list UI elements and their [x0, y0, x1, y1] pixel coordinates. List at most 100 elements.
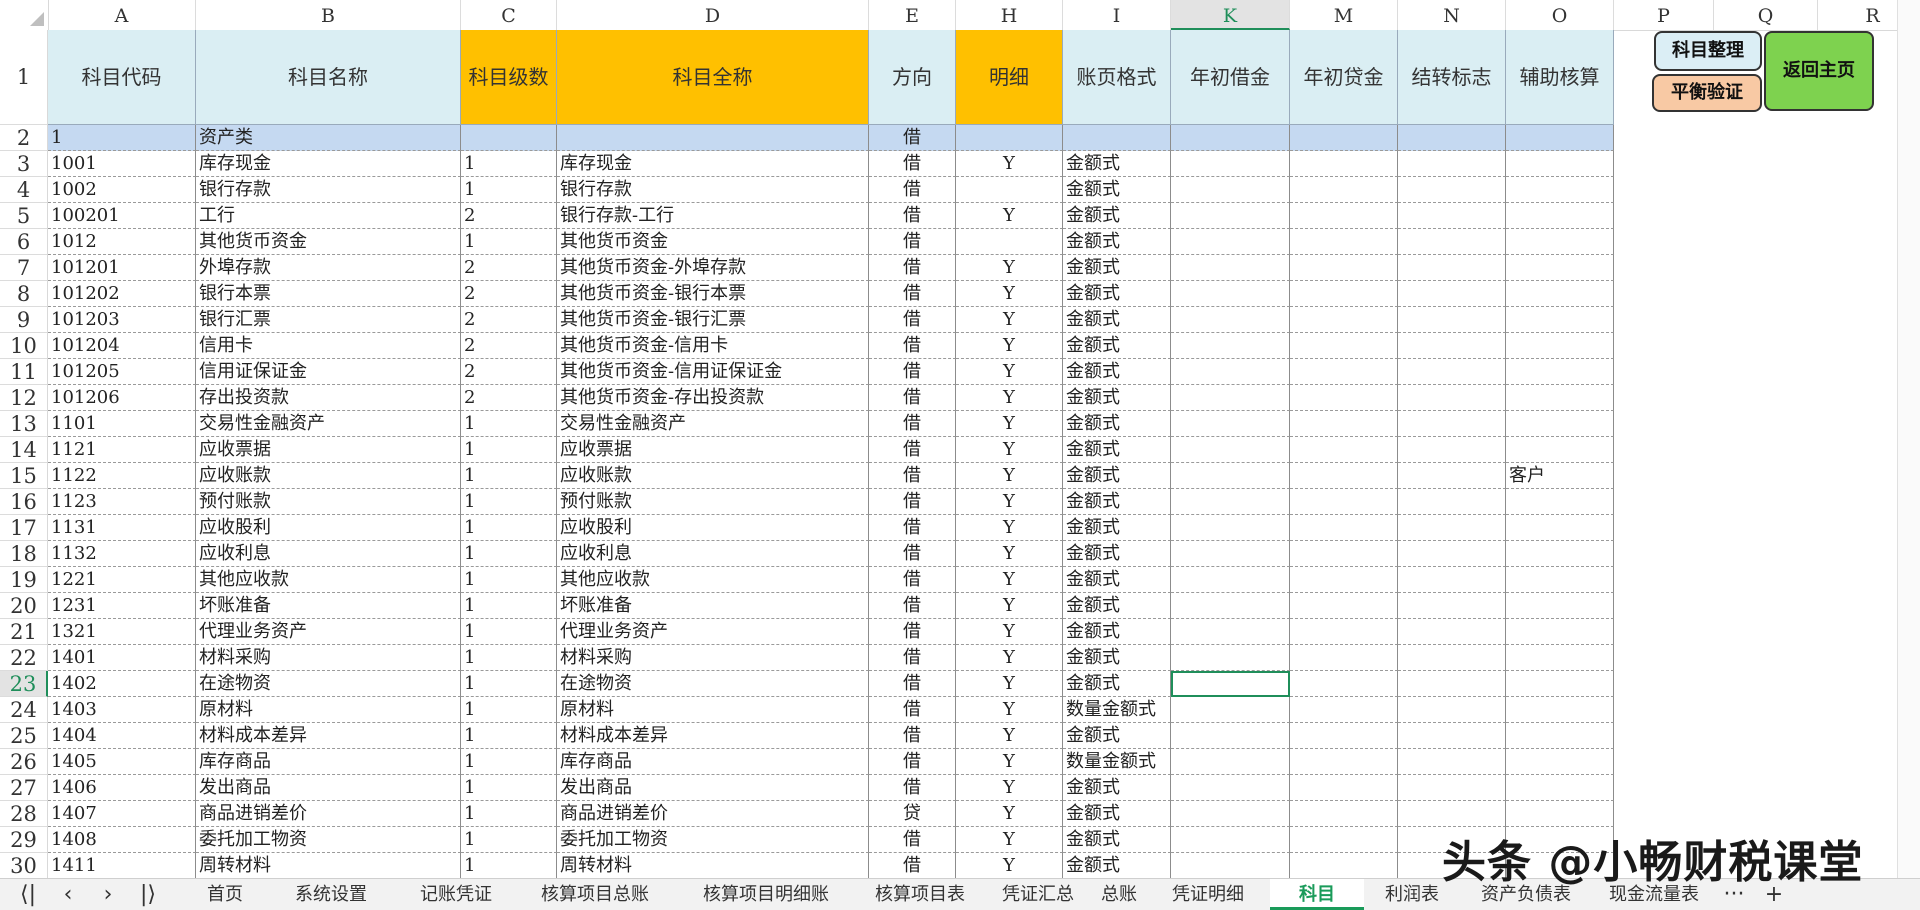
row-header[interactable]: 27: [0, 775, 48, 801]
cell-i[interactable]: 金额式: [1063, 151, 1171, 177]
cell-a[interactable]: 1002: [48, 177, 196, 203]
cell-i[interactable]: 金额式: [1063, 541, 1171, 567]
cell-m[interactable]: [1290, 775, 1398, 801]
cell-h[interactable]: Y: [956, 489, 1063, 515]
cell-c[interactable]: 2: [461, 333, 557, 359]
cell-d[interactable]: 在途物资: [557, 671, 869, 697]
cell-a[interactable]: 101206: [48, 385, 196, 411]
cell-h[interactable]: Y: [956, 801, 1063, 827]
cell-d[interactable]: 委托加工物资: [557, 827, 869, 853]
cell-k[interactable]: [1171, 671, 1290, 697]
cell-i[interactable]: 金额式: [1063, 671, 1171, 697]
cell-b[interactable]: 应收账款: [196, 463, 461, 489]
cell-k[interactable]: [1171, 541, 1290, 567]
cell-e[interactable]: 借: [869, 385, 956, 411]
cell-i[interactable]: 金额式: [1063, 463, 1171, 489]
cell-h[interactable]: Y: [956, 853, 1063, 878]
cell-i[interactable]: 金额式: [1063, 281, 1171, 307]
cell-o[interactable]: [1506, 515, 1614, 541]
cell-m[interactable]: [1290, 385, 1398, 411]
balance-check-button[interactable]: 平衡验证: [1652, 74, 1762, 112]
select-all-corner[interactable]: [0, 0, 49, 30]
prev-sheet-icon[interactable]: ‹: [50, 879, 86, 910]
cell-a[interactable]: 1402: [48, 671, 196, 697]
organize-accounts-button[interactable]: 科目整理: [1654, 31, 1762, 71]
cell-o[interactable]: [1506, 229, 1614, 255]
cell-k[interactable]: [1171, 359, 1290, 385]
row-header[interactable]: 26: [0, 749, 48, 775]
cell-c[interactable]: 1: [461, 541, 557, 567]
cell-h[interactable]: Y: [956, 385, 1063, 411]
column-header-o[interactable]: O: [1506, 0, 1614, 30]
cell-m[interactable]: [1290, 541, 1398, 567]
cell-e[interactable]: 借: [869, 229, 956, 255]
cell-n[interactable]: [1398, 229, 1506, 255]
cell-d[interactable]: 材料成本差异: [557, 723, 869, 749]
sheet-tab[interactable]: 系统设置: [272, 879, 390, 910]
cell-h[interactable]: [956, 125, 1063, 151]
header-cell-e[interactable]: 方向: [869, 30, 956, 125]
cell-e[interactable]: 借: [869, 775, 956, 801]
cell-o[interactable]: [1506, 619, 1614, 645]
cell-m[interactable]: [1290, 437, 1398, 463]
cell-c[interactable]: 1: [461, 489, 557, 515]
cell-i[interactable]: 金额式: [1063, 515, 1171, 541]
cell-k[interactable]: [1171, 645, 1290, 671]
cell-a[interactable]: 101201: [48, 255, 196, 281]
column-header-m[interactable]: M: [1290, 0, 1398, 30]
cell-a[interactable]: 1: [48, 125, 196, 151]
cell-n[interactable]: [1398, 463, 1506, 489]
cell-o[interactable]: [1506, 255, 1614, 281]
cell-a[interactable]: 101205: [48, 359, 196, 385]
cell-o[interactable]: [1506, 541, 1614, 567]
cell-h[interactable]: Y: [956, 723, 1063, 749]
cell-h[interactable]: Y: [956, 619, 1063, 645]
row-header[interactable]: 11: [0, 359, 48, 385]
cell-m[interactable]: [1290, 411, 1398, 437]
cell-h[interactable]: Y: [956, 437, 1063, 463]
row-header[interactable]: 3: [0, 151, 48, 177]
cell-n[interactable]: [1398, 775, 1506, 801]
cell-a[interactable]: 1131: [48, 515, 196, 541]
cell-i[interactable]: 数量金额式: [1063, 749, 1171, 775]
cell-a[interactable]: 1132: [48, 541, 196, 567]
cell-i[interactable]: 金额式: [1063, 229, 1171, 255]
cell-a[interactable]: 1123: [48, 489, 196, 515]
header-cell-i[interactable]: 账页格式: [1063, 30, 1171, 125]
cell-n[interactable]: [1398, 333, 1506, 359]
cell-b[interactable]: 发出商品: [196, 775, 461, 801]
row-header[interactable]: 14: [0, 437, 48, 463]
cell-d[interactable]: 其他应收款: [557, 567, 869, 593]
cell-a[interactable]: 101203: [48, 307, 196, 333]
cell-m[interactable]: [1290, 125, 1398, 151]
header-cell-b[interactable]: 科目名称: [196, 30, 461, 125]
cell-e[interactable]: 借: [869, 827, 956, 853]
cell-d[interactable]: 其他货币资金-存出投资款: [557, 385, 869, 411]
cell-a[interactable]: 1101: [48, 411, 196, 437]
cell-a[interactable]: 1001: [48, 151, 196, 177]
cell-b[interactable]: 委托加工物资: [196, 827, 461, 853]
cell-n[interactable]: [1398, 307, 1506, 333]
cell-o[interactable]: [1506, 307, 1614, 333]
cell-d[interactable]: 其他货币资金-信用卡: [557, 333, 869, 359]
cell-h[interactable]: Y: [956, 671, 1063, 697]
cell-b[interactable]: 银行存款: [196, 177, 461, 203]
cell-e[interactable]: 借: [869, 697, 956, 723]
vertical-scrollbar[interactable]: [1897, 0, 1920, 878]
cell-k[interactable]: [1171, 593, 1290, 619]
cell-k[interactable]: [1171, 385, 1290, 411]
cell-i[interactable]: [1063, 125, 1171, 151]
row-header[interactable]: 29: [0, 827, 48, 853]
cell-n[interactable]: [1398, 411, 1506, 437]
cell-i[interactable]: 金额式: [1063, 307, 1171, 333]
column-header-b[interactable]: B: [196, 0, 461, 30]
cell-h[interactable]: Y: [956, 281, 1063, 307]
cell-n[interactable]: [1398, 385, 1506, 411]
row-header[interactable]: 9: [0, 307, 48, 333]
cell-o[interactable]: [1506, 333, 1614, 359]
cell-m[interactable]: [1290, 671, 1398, 697]
cell-n[interactable]: [1398, 853, 1506, 878]
cell-o[interactable]: [1506, 723, 1614, 749]
cell-b[interactable]: 其他应收款: [196, 567, 461, 593]
cell-e[interactable]: 借: [869, 281, 956, 307]
